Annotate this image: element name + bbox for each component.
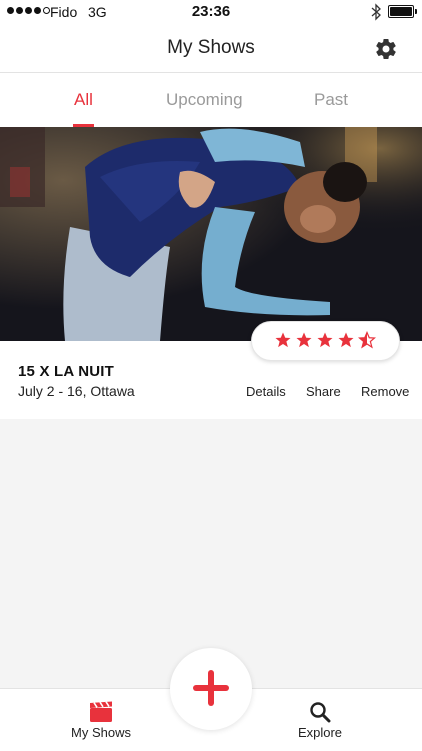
clapperboard-icon: [90, 701, 112, 722]
tab-upcoming[interactable]: Upcoming: [166, 90, 243, 110]
star-icon: [296, 332, 312, 348]
search-icon: [310, 702, 331, 723]
tabbar-my-shows-label: My Shows: [71, 725, 131, 740]
show-title: 15 X LA NUIT: [18, 363, 115, 380]
tabbar-explore[interactable]: Explore: [260, 689, 380, 751]
tab-all[interactable]: All: [74, 90, 93, 110]
tab-past[interactable]: Past: [314, 90, 348, 110]
star-icon: [275, 332, 291, 348]
half-star-icon: [358, 331, 376, 349]
star-rating: [274, 331, 376, 349]
gear-icon[interactable]: [374, 37, 398, 61]
add-show-button[interactable]: [170, 648, 252, 730]
show-dates-location: July 2 - 16, Ottawa: [18, 383, 135, 399]
segmented-tabs: All Upcoming Past: [0, 73, 422, 127]
share-button[interactable]: Share: [306, 384, 341, 399]
nav-header: My Shows: [0, 24, 422, 73]
bluetooth-icon: [371, 3, 381, 21]
page-title: My Shows: [167, 37, 255, 58]
star-icon: [338, 332, 354, 348]
rating-badge[interactable]: [251, 321, 400, 361]
remove-button[interactable]: Remove: [361, 384, 409, 399]
show-hero-image[interactable]: [0, 127, 422, 341]
status-bar: Fido 3G 23:36: [0, 0, 422, 24]
status-time: 23:36: [191, 3, 231, 20]
star-icon: [317, 332, 333, 348]
tabbar-explore-label: Explore: [297, 725, 343, 740]
battery-icon: [388, 5, 417, 18]
details-button[interactable]: Details: [246, 384, 286, 399]
tabbar-my-shows[interactable]: My Shows: [41, 689, 161, 751]
